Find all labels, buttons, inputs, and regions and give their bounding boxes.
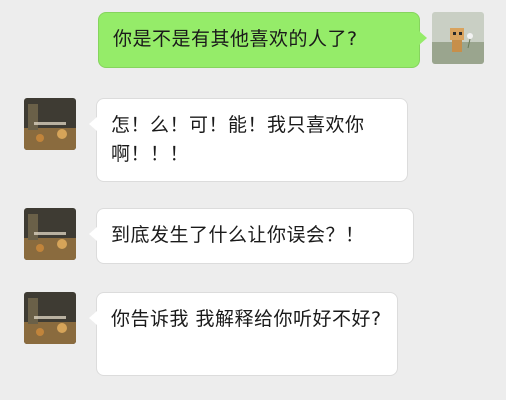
contact-avatar[interactable] [24, 292, 76, 344]
incoming-message-bubble[interactable]: 怎！么！可！能！我只喜欢你啊！！！ [89, 98, 408, 182]
message-text: 到底发生了什么让你误会？！ [111, 224, 365, 246]
bubble-tail [89, 117, 97, 131]
bubble-tail [89, 311, 97, 325]
street-avatar-icon [24, 208, 76, 260]
message-text: 你是不是有其他喜欢的人了? [113, 28, 358, 50]
self-avatar[interactable] [432, 12, 484, 64]
bubble-tail [419, 31, 427, 45]
outgoing-message-bubble[interactable]: 你是不是有其他喜欢的人了? [98, 12, 427, 68]
contact-avatar[interactable] [24, 98, 76, 150]
incoming-message-bubble[interactable]: 到底发生了什么让你误会？！ [89, 208, 414, 264]
street-avatar-icon [24, 292, 76, 344]
danbo-avatar-icon [432, 12, 484, 64]
street-avatar-icon [24, 98, 76, 150]
message-text: 你告诉我 我解释给你听好不好? [111, 308, 382, 330]
message-text: 怎！么！可！能！我只喜欢你啊！！！ [111, 114, 365, 165]
incoming-message-bubble[interactable]: 你告诉我 我解释给你听好不好? [89, 292, 398, 376]
bubble-tail [89, 227, 97, 241]
contact-avatar[interactable] [24, 208, 76, 260]
